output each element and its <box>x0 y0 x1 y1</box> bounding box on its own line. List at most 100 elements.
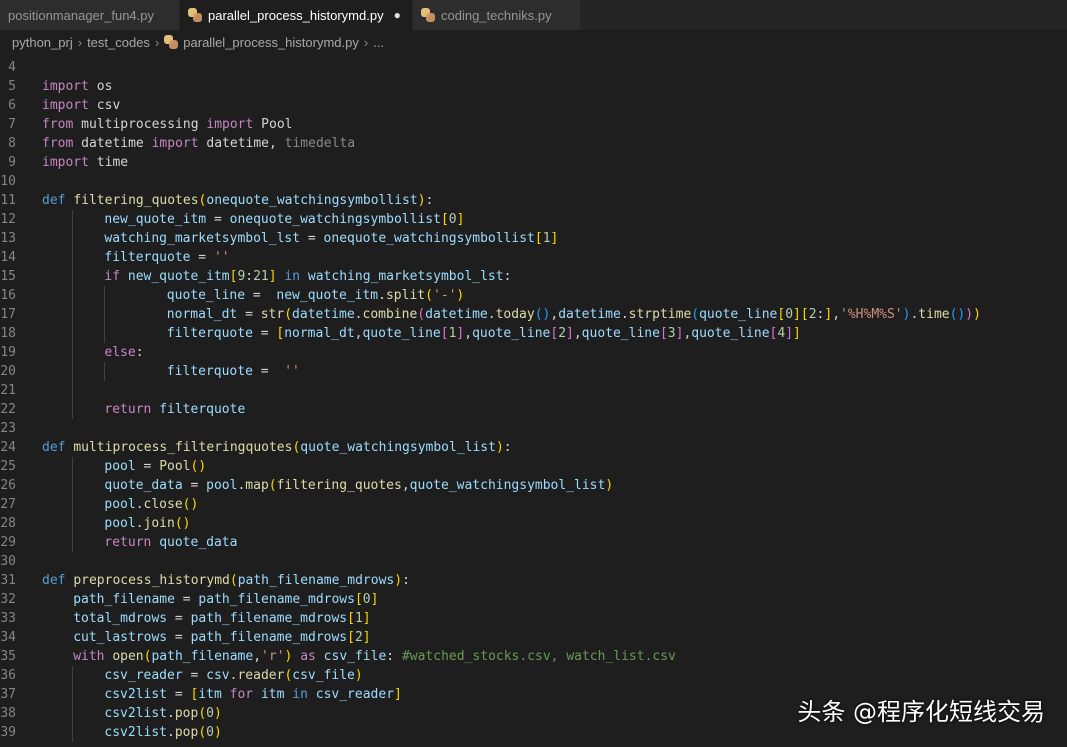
code-line[interactable]: 13 watching_marketsymbol_lst = onequote_w… <box>0 229 1067 248</box>
tab-label: positionmanager_fun4.py <box>8 7 154 23</box>
code-token: pop <box>174 706 199 721</box>
indent-guide <box>72 286 73 305</box>
code-line[interactable]: 32 path_filename = path_filename_mdrows[0… <box>0 590 1067 609</box>
code-text: normal_dt = str(datetime.combine(datetim… <box>167 305 981 324</box>
tab-parallel-process-historymd-py[interactable]: parallel_process_historymd.py ● <box>180 0 413 30</box>
code-line[interactable]: 10 <box>0 172 1067 191</box>
code-text: from datetime import datetime, timedelta <box>42 134 355 153</box>
code-text: quote_data = pool.map(filtering_quotes,q… <box>104 476 613 495</box>
code-line[interactable]: 26 quote_data = pool.map(filtering_quotes… <box>0 476 1067 495</box>
code-token: ] <box>456 212 465 227</box>
code-line[interactable]: 17 normal_dt = str(datetime.combine(datet… <box>0 305 1067 324</box>
code-line[interactable]: 28 pool.join() <box>0 514 1067 533</box>
code-token: pool <box>104 497 136 512</box>
code-line[interactable]: 18 filterquote = [normal_dt,quote_line[1]… <box>0 324 1067 343</box>
indent-guide <box>72 533 73 552</box>
code-token: quote_line <box>166 288 246 303</box>
code-token: . <box>378 288 386 303</box>
tab-positionmanager-fun4-py[interactable]: positionmanager_fun4.py <box>0 0 180 30</box>
code-line[interactable]: 23 <box>0 419 1067 438</box>
code-text: else: <box>104 343 143 362</box>
code-token: () <box>534 307 551 322</box>
breadcrumb-item[interactable]: test_codes <box>87 35 150 50</box>
code-token: ( <box>198 725 207 740</box>
code-line[interactable]: 15 if new_quote_itm[9:21] in watching_mar… <box>0 267 1067 286</box>
code-token: total_mdrows <box>73 611 168 626</box>
code-line[interactable]: 27 pool.close() <box>0 495 1067 514</box>
code-line[interactable]: 21 <box>0 381 1067 400</box>
code-token: datetime, <box>198 136 285 151</box>
code-token: quote_line <box>699 307 778 322</box>
code-token: 2 <box>354 630 363 645</box>
code-line[interactable]: 12 new_quote_itm = onequote_watchingsymbo… <box>0 210 1067 229</box>
code-token: watching_marketsymbol_lst <box>307 269 504 284</box>
code-line[interactable]: 36 csv_reader = csv.reader(csv_file) <box>0 666 1067 685</box>
code-token: filterquote <box>104 250 191 265</box>
code-text: total_mdrows = path_filename_mdrows[1] <box>73 609 370 628</box>
code-token: ] <box>793 326 801 341</box>
code-line[interactable]: 22 return filterquote <box>0 400 1067 419</box>
code-line[interactable]: 29 return quote_data <box>0 533 1067 552</box>
code-line[interactable]: 25 pool = Pool() <box>0 457 1067 476</box>
breadcrumb-item[interactable]: parallel_process_historymd.py <box>183 35 359 50</box>
code-line[interactable]: 6 import csv <box>0 96 1067 115</box>
code-line[interactable]: 14 filterquote = '' <box>0 248 1067 267</box>
code-token: '%H%M%S' <box>840 307 903 322</box>
line-number: 4 <box>8 60 16 75</box>
tab-coding-techniks-py[interactable]: coding_techniks.py <box>413 0 581 30</box>
code-line[interactable]: 33 total_mdrows = path_filename_mdrows[1] <box>0 609 1067 628</box>
code-text: cut_lastrows = path_filename_mdrows[2] <box>73 628 370 647</box>
unsaved-dot-icon[interactable]: ● <box>394 8 401 22</box>
code-line[interactable]: 4 <box>0 58 1067 77</box>
line-number: 16 <box>0 288 16 303</box>
code-editor[interactable]: 4 5 import os 6 import csv 7 from multiprocess… <box>0 58 1067 747</box>
code-text: import time <box>42 153 128 172</box>
code-token: from <box>42 117 74 132</box>
line-number: 8 <box>8 136 16 151</box>
code-token: = <box>182 668 207 683</box>
code-line[interactable]: 16 quote_line = new_quote_itm.split('-') <box>0 286 1067 305</box>
code-line[interactable]: 24 def multiprocess_filteringquotes(quote… <box>0 438 1067 457</box>
code-token: str <box>260 307 285 322</box>
indent-guide <box>72 343 73 362</box>
code-line[interactable]: 19 else: <box>0 343 1067 362</box>
code-token: ) <box>495 440 504 455</box>
code-text: csv2list = [itm for itm in csv_reader] <box>104 685 401 704</box>
code-line[interactable]: 9 import time <box>0 153 1067 172</box>
code-token: quote_data <box>104 478 183 493</box>
code-token: ) <box>354 668 363 683</box>
code-token: filterquote <box>159 402 246 417</box>
indent-guide <box>72 457 73 476</box>
code-token: ) <box>417 193 426 208</box>
breadcrumb-item[interactable]: python_prj <box>12 35 73 50</box>
indent-guide <box>72 476 73 495</box>
code-line[interactable]: 20 filterquote = '' <box>0 362 1067 381</box>
code-token: 3 <box>667 326 676 341</box>
python-icon <box>421 8 435 22</box>
code-token: import <box>151 136 199 151</box>
code-line[interactable]: 30 <box>0 552 1067 571</box>
breadcrumb-item[interactable]: ... <box>373 35 384 50</box>
code-token: Pool <box>159 459 191 474</box>
code-token: combine <box>362 307 418 322</box>
breadcrumb-separator-icon: › <box>363 34 369 50</box>
code-token: = <box>300 231 324 246</box>
code-line[interactable]: 34 cut_lastrows = path_filename_mdrows[2] <box>0 628 1067 647</box>
code-text: pool.join() <box>104 514 190 533</box>
code-line[interactable]: 31 def preprocess_historymd(path_filename… <box>0 571 1067 590</box>
code-token: ) <box>213 706 222 721</box>
code-token: datetime <box>425 307 488 322</box>
code-line[interactable]: 8 from datetime import datetime, timedelt… <box>0 134 1067 153</box>
code-line[interactable]: 35 with open(path_filename,'r') as csv_fi… <box>0 647 1067 666</box>
code-line[interactable]: 7 from multiprocessing import Pool <box>0 115 1067 134</box>
code-token: import <box>42 155 89 170</box>
code-line[interactable]: 11 def filtering_quotes(onequote_watching… <box>0 191 1067 210</box>
code-token: ] <box>824 307 833 322</box>
code-line[interactable]: 5 import os <box>0 77 1067 96</box>
code-token: 21 <box>253 269 269 284</box>
code-token: = <box>167 687 191 702</box>
code-token: = <box>174 592 199 607</box>
code-token: , <box>573 326 582 341</box>
